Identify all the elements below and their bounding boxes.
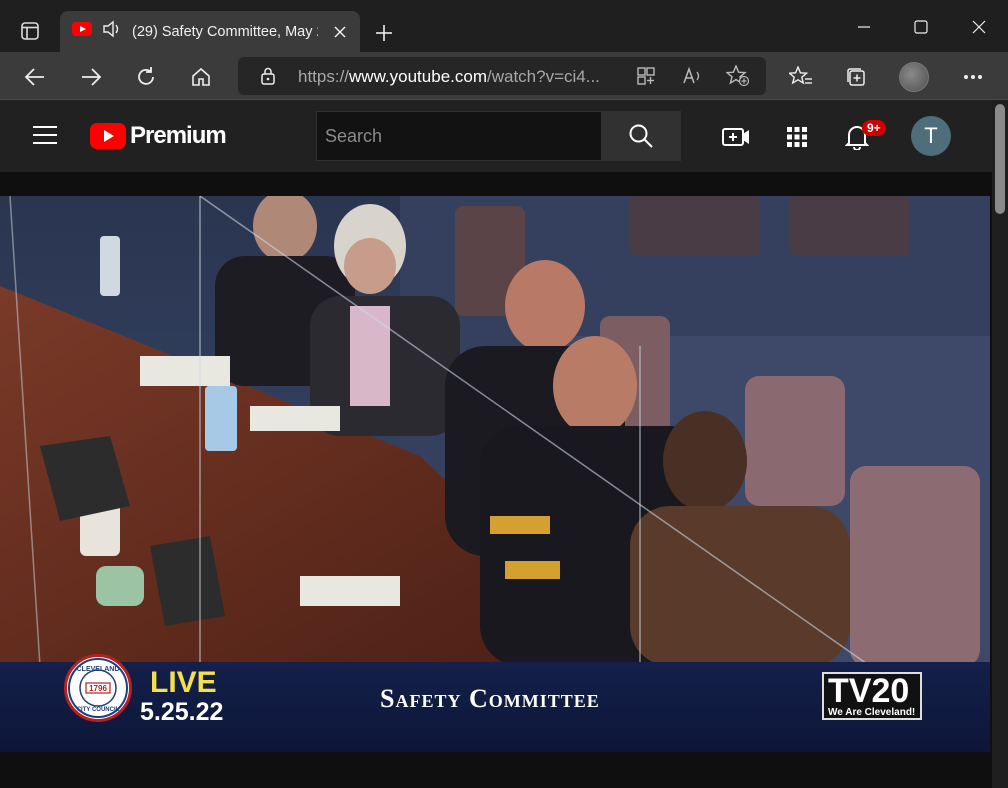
browser-titlebar: (29) Safety Committee, May 25, 2022 (0, 0, 1008, 52)
create-video-icon[interactable] (722, 123, 750, 151)
minimize-icon[interactable] (851, 14, 877, 40)
new-tab-icon[interactable] (370, 19, 398, 47)
maximize-icon[interactable] (908, 14, 934, 40)
svg-text:CLEVELAND: CLEVELAND (77, 666, 120, 673)
youtube-header: Premium 9+ T (0, 100, 992, 172)
menu-icon[interactable] (32, 124, 58, 146)
lock-icon[interactable] (260, 67, 276, 90)
favorites-icon[interactable] (786, 62, 816, 92)
youtube-favicon-icon (72, 22, 92, 41)
browser-toolbar: https://www.youtube.com/watch?v=ci4... (0, 52, 1008, 100)
tv20-logo: TV20 We Are Cleveland! (822, 672, 922, 720)
video-frame-image (0, 196, 990, 666)
apps-grid-icon[interactable] (783, 123, 811, 151)
address-bar[interactable]: https://www.youtube.com/watch?v=ci4... (238, 57, 766, 95)
broadcast-date: 5.25.22 (140, 698, 224, 726)
notification-badge: 9+ (862, 120, 886, 136)
collections-icon[interactable] (841, 62, 871, 92)
broadcast-lower-third: CLEVELAND 1796 CITY COUNCIL LIVE 5.25.22… (0, 654, 990, 752)
youtube-page: Premium 9+ T (0, 100, 992, 788)
live-label: LIVE (150, 666, 217, 699)
meeting-title: Safety Committee (380, 684, 600, 713)
app-available-icon[interactable] (636, 66, 656, 91)
forward-arrow-icon[interactable] (76, 62, 106, 92)
home-icon[interactable] (186, 62, 216, 92)
video-player[interactable]: CLEVELAND 1796 CITY COUNCIL LIVE 5.25.22… (0, 196, 990, 752)
scrollbar-thumb[interactable] (995, 104, 1005, 214)
add-favorite-icon[interactable] (725, 64, 750, 92)
cleveland-city-council-seal: CLEVELAND 1796 CITY COUNCIL (64, 654, 132, 722)
tab-title: (29) Safety Committee, May 25, 2022 (132, 23, 318, 40)
youtube-logo-icon (90, 123, 126, 149)
close-tab-icon[interactable] (330, 22, 350, 42)
search-icon (629, 124, 653, 148)
profile-avatar[interactable] (899, 62, 929, 92)
page-scrollbar[interactable] (992, 100, 1008, 788)
search-button[interactable] (601, 111, 681, 161)
browser-tab[interactable]: (29) Safety Committee, May 25, 2022 (60, 11, 360, 52)
svg-text:CITY COUNCIL: CITY COUNCIL (77, 707, 120, 713)
youtube-premium-logo[interactable]: Premium (90, 122, 227, 150)
search-input[interactable] (325, 124, 585, 148)
search-box (316, 111, 601, 161)
close-window-icon[interactable] (966, 14, 992, 40)
speaker-icon[interactable] (102, 20, 122, 43)
tab-actions-icon[interactable] (14, 15, 46, 47)
svg-text:1796: 1796 (89, 684, 107, 693)
more-menu-icon[interactable] (958, 62, 988, 92)
account-avatar[interactable]: T (911, 116, 951, 156)
url-text: https://www.youtube.com/watch?v=ci4... (298, 67, 600, 86)
refresh-icon[interactable] (131, 62, 161, 92)
back-arrow-icon[interactable] (20, 62, 50, 92)
read-aloud-icon[interactable] (682, 66, 704, 91)
logo-text: Premium (130, 122, 227, 149)
